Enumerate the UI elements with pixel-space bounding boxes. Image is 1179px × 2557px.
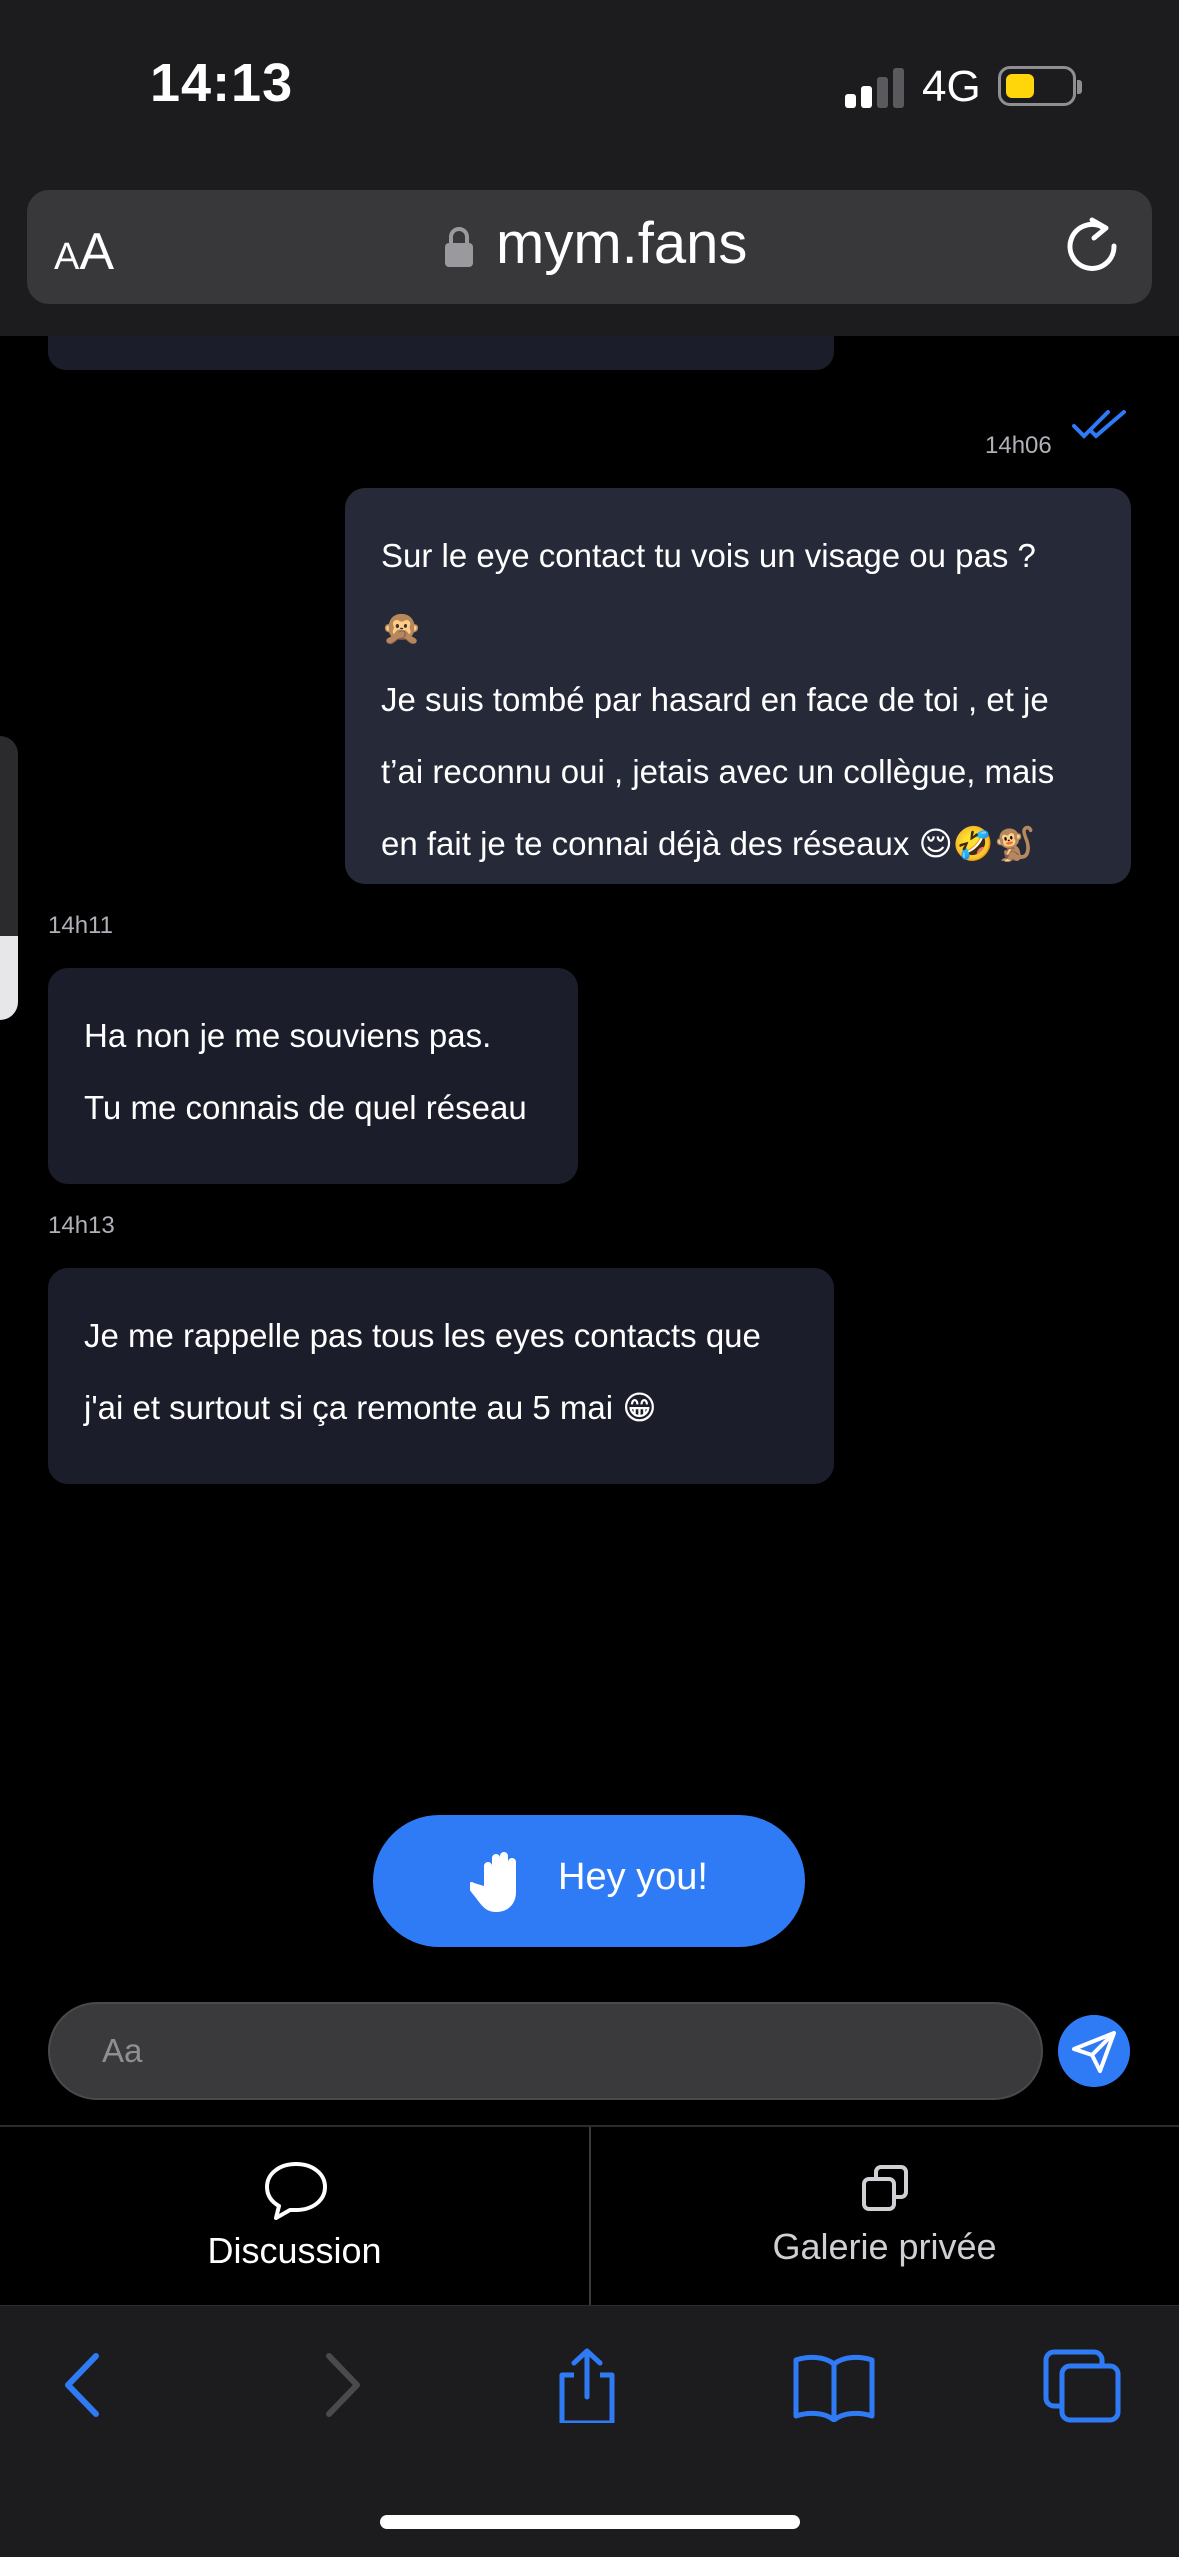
speech-bubble-icon [265,2162,327,2220]
network-type: 4G [922,62,981,111]
status-time: 14:13 [150,53,294,113]
back-arrow-icon[interactable] [50,2350,120,2420]
url-text[interactable]: mym.fans [496,210,747,277]
message-time: 14h11 [48,912,113,939]
text-size-button[interactable]: AA [54,222,114,282]
message-input[interactable]: Aa [48,2002,1043,2100]
forward-arrow-icon[interactable] [305,2350,375,2420]
share-icon[interactable] [552,2345,622,2423]
home-indicator [380,2515,800,2529]
lock-icon [445,227,473,267]
read-receipt-icon [1072,410,1126,439]
gallery-copy-icon [862,2165,908,2211]
bookmarks-icon[interactable] [792,2352,876,2422]
message-bubble-incoming[interactable]: Je me rappelle pas tous les eyes contact… [48,1268,834,1484]
side-drawer-handle-light [0,936,18,1020]
battery-tip [1077,80,1082,94]
tab-discussion[interactable]: Discussion [0,2230,589,2272]
send-button[interactable] [1058,2015,1130,2087]
message-time: 14h13 [48,1212,115,1239]
message-bubble-incoming[interactable]: Ha non je me souviens pas. Tu me connais… [48,968,578,1184]
tab-galerie-privee[interactable]: Galerie privée [590,2226,1179,2268]
message-time: 14h06 [985,432,1052,459]
previous-message-bubble [48,336,834,370]
tab-divider [589,2127,591,2305]
reload-icon[interactable] [1064,214,1120,274]
battery-icon [998,66,1076,106]
hey-you-label: Hey you! [558,1856,708,1898]
tabs-icon[interactable] [1042,2348,1122,2424]
message-bubble-outgoing[interactable]: Sur le eye contact tu vois un visage ou … [345,488,1131,884]
waving-hand-icon [470,1852,516,1912]
cellular-signal-icon [845,66,905,108]
